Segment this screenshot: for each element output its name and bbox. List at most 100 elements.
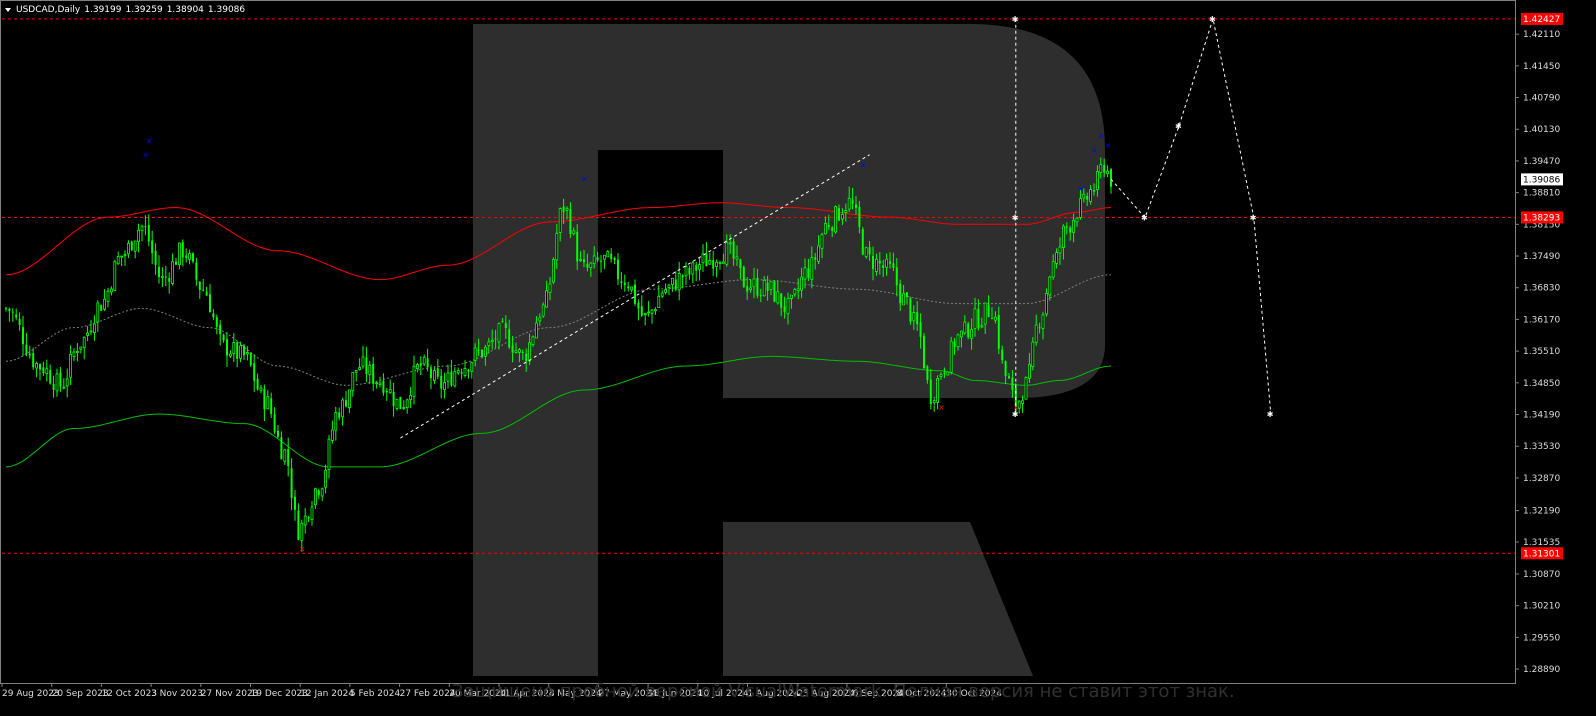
candle-body-up	[69, 353, 72, 378]
ohlc-high: 1.39259	[125, 5, 162, 15]
candle-body-down	[198, 281, 201, 290]
candle-body-down	[154, 250, 157, 265]
candle-body-up	[432, 370, 436, 381]
candle-body-down	[270, 398, 273, 415]
candle-body-down	[175, 261, 177, 265]
price-tick-label: 1.34190	[1523, 411, 1560, 421]
candle-body-up	[776, 291, 780, 304]
candle-body-down	[1004, 361, 1007, 376]
candle-body-down	[345, 400, 347, 407]
candle-body-up	[76, 350, 79, 353]
candle-body-up	[320, 488, 324, 497]
fractal-up-marker: ×	[1077, 184, 1084, 193]
candle-body-up	[864, 247, 868, 257]
candle-body-up	[847, 197, 851, 210]
candle-body-up	[657, 295, 661, 309]
candle-body-up	[1072, 219, 1075, 233]
candle	[967, 321, 970, 340]
candle-body-up	[793, 289, 797, 295]
forecast-point-1: ✱	[1175, 122, 1182, 131]
candle-body-up	[514, 350, 518, 353]
candle-body-up	[1089, 189, 1092, 202]
candle-body-down	[977, 308, 980, 329]
candle-body-up	[1082, 193, 1086, 199]
candle-body-down	[814, 257, 817, 260]
candle-body-down	[130, 241, 133, 251]
fractal-down-marker: ×	[299, 545, 306, 554]
candle-body-up	[994, 316, 997, 321]
candle-body-down	[688, 268, 691, 275]
candle-body-down	[263, 388, 266, 410]
candle-body-up	[300, 522, 304, 541]
fractal-up-marker: ×	[860, 160, 867, 169]
candle-body-up	[405, 399, 409, 409]
candle-body-down	[858, 206, 861, 228]
candle-body-up	[443, 382, 447, 390]
candle-body-up	[266, 396, 270, 410]
candle-body-down	[899, 283, 902, 304]
candle-body-down	[215, 317, 218, 327]
candle-body-down	[923, 336, 925, 368]
candle-body-up	[677, 272, 681, 291]
candle-body-up	[1075, 217, 1079, 223]
candle-body-down	[712, 260, 715, 269]
candle-body-down	[617, 259, 619, 280]
candle-body-up	[548, 283, 552, 293]
candle-body-down	[838, 208, 840, 221]
date-tick-label: 27 Feb 2024	[400, 689, 456, 699]
candle-body-up	[1041, 314, 1045, 329]
candle-body-up	[347, 389, 351, 409]
candle-body-up	[606, 251, 610, 258]
candle-body-up	[72, 351, 76, 358]
candlestick-chart[interactable]: ✱✱✱✱✱✱✱✱×××××××××× × 1.421101.414501.4079…	[0, 0, 1596, 716]
candle-body-down	[338, 412, 341, 418]
candle-body-up	[228, 353, 232, 357]
candle-body-up	[239, 345, 243, 359]
candle-body-up	[1096, 171, 1099, 190]
candle-body-up	[1055, 252, 1058, 264]
candle	[946, 371, 950, 376]
price-tick-label: 1.31535	[1523, 538, 1560, 548]
level-price-tag: 1.42427	[1521, 12, 1563, 25]
candle-body-up	[664, 289, 667, 293]
price-tick-label: 1.42110	[1523, 30, 1560, 40]
fractal-up-marker: ×	[1091, 146, 1098, 155]
candle-body-up	[283, 449, 287, 462]
candle-body-up	[538, 317, 542, 322]
candle-body-down	[5, 308, 7, 310]
candle-body-up	[453, 371, 457, 387]
candle-body-down	[1011, 377, 1014, 390]
candle	[834, 205, 837, 234]
candle-body-up	[728, 242, 732, 245]
candle-body-down	[759, 295, 762, 297]
date-tick-label: 12 Oct 2023	[101, 689, 157, 699]
candle-body-up	[660, 292, 664, 297]
candle-body-down	[889, 261, 891, 264]
candle-body-down	[681, 275, 684, 278]
candle-body-down	[280, 436, 283, 460]
candle-body-up	[722, 261, 725, 264]
candle-body-up	[133, 240, 137, 252]
date-tick-label: 20 Sep 2023	[52, 689, 109, 699]
candle-body-up	[497, 323, 501, 343]
candle-body-down	[953, 341, 956, 348]
candle-body-up	[565, 207, 569, 211]
ohlc-open: 1.39199	[84, 5, 121, 15]
candle-body-up	[841, 214, 844, 220]
price-tag-label: 1.38293	[1523, 213, 1560, 223]
candle-body-down	[256, 378, 259, 390]
candle-body-up	[531, 336, 535, 345]
candle-body-down	[307, 517, 310, 519]
candle-body-up	[1099, 164, 1103, 173]
price-tick-label: 1.28890	[1523, 665, 1560, 675]
candle-body-down	[623, 282, 626, 286]
candle-body-up	[630, 286, 633, 291]
candle-body-up	[1028, 363, 1031, 379]
candle-body-up	[650, 309, 654, 314]
candle-body-down	[195, 262, 198, 280]
candle-body-down	[586, 263, 589, 268]
candle-body-up	[402, 407, 406, 409]
candle-body-up	[667, 284, 671, 288]
candle	[1024, 376, 1028, 400]
price-tick-label: 1.36830	[1523, 284, 1560, 294]
